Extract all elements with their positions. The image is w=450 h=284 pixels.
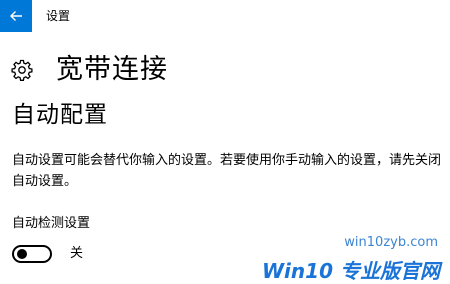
auto-detect-label: 自动检测设置 bbox=[12, 216, 91, 231]
toggle-knob bbox=[17, 249, 27, 259]
watermark-url: win10zyb.com bbox=[344, 235, 438, 250]
page-header: 宽带连接 bbox=[10, 52, 168, 88]
gear-icon bbox=[10, 58, 34, 82]
auto-detect-toggle[interactable] bbox=[12, 245, 52, 263]
section-description: 自动设置可能会替代你输入的设置。若要使用你手动输入的设置，请先关闭自动设置。 bbox=[12, 153, 442, 189]
back-arrow-icon bbox=[10, 11, 22, 21]
page-title: 宽带连接 bbox=[56, 54, 168, 85]
auto-detect-toggle-row: 关 bbox=[12, 243, 83, 265]
section-title: 自动配置 bbox=[12, 102, 108, 128]
back-button[interactable] bbox=[0, 0, 32, 32]
window-title: 设置 bbox=[46, 9, 71, 23]
title-bar: 设置 bbox=[0, 0, 450, 32]
watermark-logo: Win10 专业版官网 bbox=[262, 259, 440, 283]
toggle-state-label: 关 bbox=[70, 246, 84, 261]
